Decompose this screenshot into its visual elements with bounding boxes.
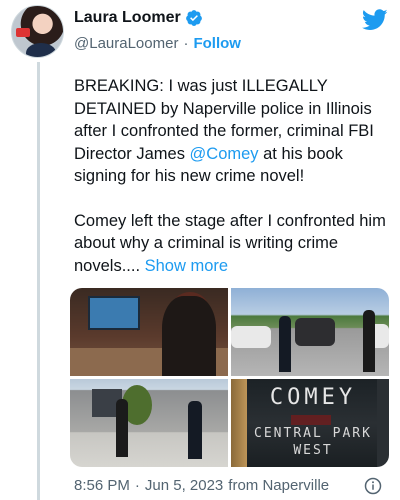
author-display-name[interactable]: Laura Loomer [74,9,181,27]
meta-separator: · [134,477,140,494]
megaphone-shape [16,28,30,37]
tweet-text-part: Comey left the stage after I confronted … [74,211,386,275]
author-name-row: Laura Loomer [74,9,203,27]
book-subtitle: CENTRAL PARK WEST [254,426,372,458]
photo-book-signing-stage[interactable] [70,288,228,376]
verified-badge-icon [185,10,202,26]
police-officer-figure [188,401,202,459]
author-handle-row: @LauraLoomer · Follow [74,35,241,52]
tweet-source: from Naperville [228,477,330,494]
car-shape [295,318,335,346]
projection-screen [88,296,140,330]
tweet-paragraph-1: BREAKING: I was just ILLEGALLY DETAINED … [74,75,390,188]
car-shape [231,326,271,348]
avatar[interactable] [11,5,64,58]
tweet-text: BREAKING: I was just ILLEGALLY DETAINED … [74,75,390,299]
show-more-link[interactable]: Show more [145,257,228,275]
photo-building-exterior[interactable] [70,379,228,467]
shirt-shape [26,43,56,57]
follow-button[interactable]: Follow [193,35,241,52]
photo-book-cover[interactable]: COMEY CENTRAL PARK WEST [231,379,389,467]
thread-line [37,62,40,500]
tweet-paragraph-2: Comey left the stage after I confronted … [74,210,390,278]
tweet-meta: 8:56 PM · Jun 5, 2023 from Naperville [74,477,329,494]
author-handle[interactable]: @LauraLoomer [74,35,178,52]
book-title: COMEY [269,385,357,410]
police-officer-figure [279,316,291,372]
twitter-bird-icon[interactable] [362,9,388,31]
handle-separator: · [183,35,189,52]
photo-parking-lot-police[interactable] [231,288,389,376]
woman-figure [116,399,128,457]
woman-silhouette [162,296,216,376]
media-grid: COMEY CENTRAL PARK WEST [70,288,389,467]
mention-link[interactable]: @Comey [190,145,259,163]
info-icon[interactable] [364,477,382,495]
woman-figure [363,310,375,372]
tweet-date[interactable]: Jun 5, 2023 [145,477,223,494]
cover-accent [291,415,331,425]
tweet-time[interactable]: 8:56 PM [74,477,130,494]
